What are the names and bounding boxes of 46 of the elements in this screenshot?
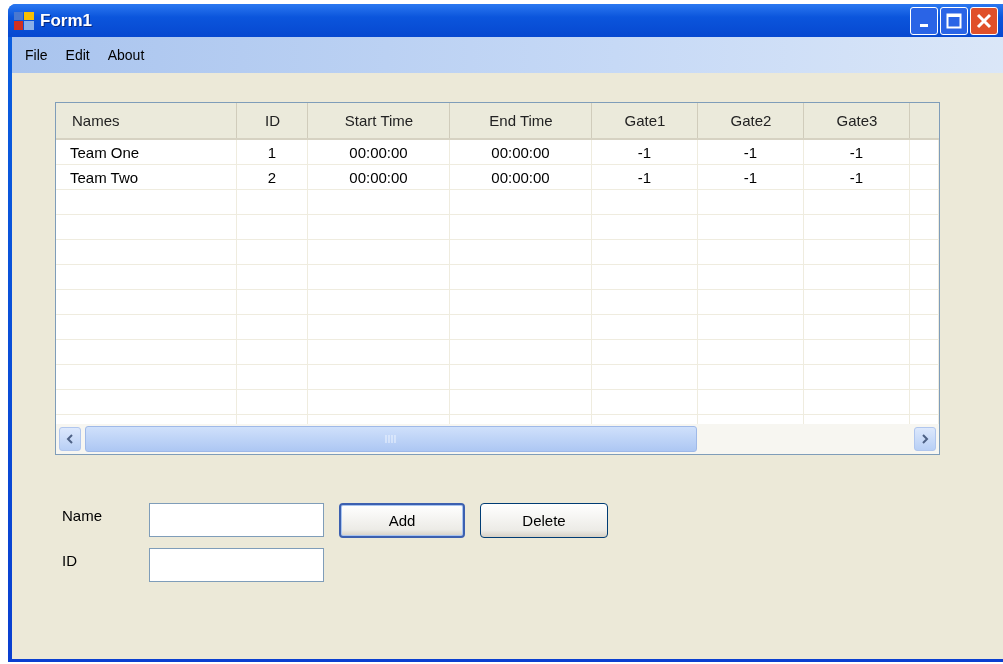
column-header[interactable]: ID [237, 103, 308, 140]
table-cell: -1 [804, 165, 910, 190]
app-icon [14, 11, 34, 30]
table-cell: 00:00:00 [450, 165, 592, 190]
field-label: ID [62, 551, 78, 569]
table-cell: Team One [56, 140, 237, 165]
column-header[interactable]: Gate1 [592, 103, 698, 140]
chevron-left-icon [65, 434, 75, 444]
chevron-right-icon [920, 434, 930, 444]
table-cell: 00:00:00 [450, 140, 592, 165]
maximize-button[interactable] [940, 6, 968, 35]
scroll-right-button[interactable] [914, 427, 936, 451]
table-cell: 2 [237, 165, 308, 190]
action-button[interactable]: Delete [480, 503, 608, 538]
column-header [910, 103, 939, 140]
scroll-thumb[interactable] [85, 426, 697, 452]
input-field[interactable] [149, 548, 324, 582]
menu-item[interactable]: File [16, 47, 57, 63]
scroll-left-button[interactable] [59, 427, 81, 451]
grip-icon [385, 435, 397, 443]
action-button[interactable]: Add [339, 503, 465, 538]
table-cell: -1 [804, 140, 910, 165]
field-label: Name [62, 506, 103, 524]
horizontal-scrollbar[interactable] [56, 424, 939, 454]
table-cell: -1 [592, 165, 698, 190]
minimize-button[interactable] [910, 6, 938, 35]
table-cell: 00:00:00 [308, 165, 450, 190]
column-header[interactable]: Start Time [308, 103, 450, 140]
menu-item[interactable]: Edit [56, 47, 99, 63]
close-button[interactable] [970, 6, 998, 35]
table-cell: -1 [698, 165, 804, 190]
table-cell: -1 [698, 140, 804, 165]
minimize-icon [920, 24, 928, 27]
column-header[interactable]: Gate3 [804, 103, 910, 140]
table-cell: 1 [237, 140, 308, 165]
table-cell: -1 [592, 140, 698, 165]
table-cell: 00:00:00 [308, 140, 450, 165]
window-title: Form1 [40, 10, 92, 31]
column-header[interactable]: Names [56, 103, 237, 140]
input-field[interactable] [149, 503, 324, 537]
menu-item[interactable]: About [98, 47, 154, 63]
column-header[interactable]: End Time [450, 103, 592, 140]
column-header[interactable]: Gate2 [698, 103, 804, 140]
maximize-icon [946, 12, 962, 29]
table-cell: Team Two [56, 165, 237, 190]
close-icon [976, 12, 992, 29]
